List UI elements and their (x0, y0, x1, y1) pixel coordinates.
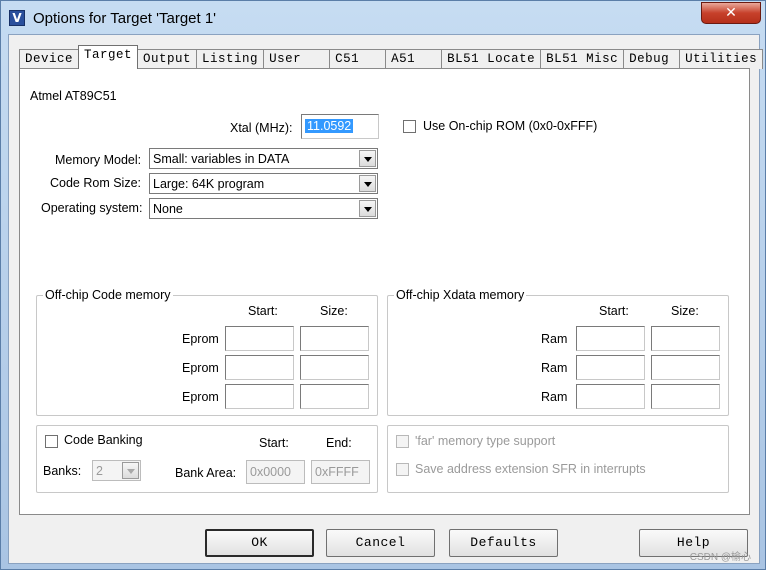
tab-utilities[interactable]: Utilities (679, 49, 764, 69)
tab-target[interactable]: Target (78, 45, 139, 69)
ram-label: Ram (541, 390, 568, 404)
eprom-label: Eprom (182, 390, 219, 404)
memory-model-select[interactable]: Small: variables in DATA (149, 148, 378, 169)
defaults-button[interactable]: Defaults (449, 529, 558, 557)
ram-size-input[interactable] (651, 326, 720, 351)
code-memory-group: Off-chip Code memory Start: Size: Eprom … (36, 288, 378, 416)
code-rom-value: Large: 64K program (153, 177, 265, 191)
eprom-start-input[interactable] (225, 384, 294, 409)
code-rom-select[interactable]: Large: 64K program (149, 173, 378, 194)
eprom-size-input[interactable] (300, 355, 369, 380)
onchip-rom-label: Use On-chip ROM (0x0-0xFFF) (423, 119, 598, 133)
xdata-memory-title: Off-chip Xdata memory (394, 288, 527, 302)
eprom-size-input[interactable] (300, 384, 369, 409)
xdata-size-header: Size: (671, 304, 699, 318)
memory-model-label: Memory Model: (55, 153, 142, 167)
ram-label: Ram (541, 361, 568, 375)
tab-bl51-locate[interactable]: BL51 Locate (441, 49, 542, 69)
xtal-label: Xtal (MHz): (230, 121, 293, 135)
tab-output[interactable]: Output (137, 49, 198, 69)
options-dialog-window: V Options for Target 'Target 1' ✕ Device… (0, 0, 766, 570)
ram-label: Ram (541, 332, 568, 346)
xtal-value: 11.0592 (305, 119, 354, 133)
chevron-down-icon[interactable] (359, 150, 376, 167)
tab-bl51-misc[interactable]: BL51 Misc (540, 49, 625, 69)
code-start-header: Start: (248, 304, 278, 318)
bank-area-end-input[interactable]: 0xFFFF (311, 460, 370, 484)
far-memory-label: 'far' memory type support (415, 434, 556, 448)
banks-value: 2 (96, 464, 103, 478)
ok-button[interactable]: OK (205, 529, 314, 557)
tab-c51[interactable]: C51 (329, 49, 387, 69)
os-select[interactable]: None (149, 198, 378, 219)
bank-area-start-value: 0x0000 (250, 465, 292, 479)
code-size-header: Size: (320, 304, 348, 318)
chevron-down-icon[interactable] (122, 462, 139, 479)
tab-listing[interactable]: Listing (196, 49, 265, 69)
code-memory-title: Off-chip Code memory (43, 288, 173, 302)
eprom-label: Eprom (182, 361, 219, 375)
os-label: Operating system: (41, 201, 143, 215)
bank-area-label: Bank Area: (175, 466, 237, 480)
bank-area-end-value: 0xFFFF (315, 465, 359, 479)
ram-size-input[interactable] (651, 384, 720, 409)
window-title: Options for Target 'Target 1' (33, 10, 217, 27)
tab-debug[interactable]: Debug (623, 49, 681, 69)
target-tab-page: Atmel AT89C51 Xtal (MHz): 11.0592 Use On… (19, 68, 750, 515)
chevron-down-icon[interactable] (359, 175, 376, 192)
code-rom-label: Code Rom Size: (50, 176, 142, 190)
title-bar[interactable]: V Options for Target 'Target 1' ✕ (1, 1, 765, 35)
code-banking-group: Code Banking Start: End: Banks: 2 Bank A… (36, 425, 378, 493)
code-banking-label: Code Banking (64, 433, 143, 447)
far-memory-checkbox[interactable] (396, 435, 409, 448)
watermark: CSDN @榆心 (689, 552, 751, 563)
banks-select[interactable]: 2 (92, 460, 141, 481)
eprom-label: Eprom (182, 332, 219, 346)
cancel-button[interactable]: Cancel (326, 529, 435, 557)
tab-a51[interactable]: A51 (385, 49, 443, 69)
onchip-rom-checkbox[interactable] (403, 120, 416, 133)
far-memory-group: 'far' memory type support Save address e… (387, 425, 729, 493)
save-sfr-checkbox[interactable] (396, 463, 409, 476)
bank-start-header: Start: (259, 436, 289, 450)
close-button[interactable]: ✕ (701, 2, 761, 24)
ram-start-input[interactable] (576, 326, 645, 351)
device-name: Atmel AT89C51 (30, 89, 117, 103)
os-value: None (153, 202, 183, 216)
eprom-start-input[interactable] (225, 326, 294, 351)
xdata-start-header: Start: (599, 304, 629, 318)
dialog-client-area: Device Target Output Listing User C51 A5… (8, 34, 764, 564)
eprom-size-input[interactable] (300, 326, 369, 351)
banks-label: Banks: (43, 464, 82, 478)
bank-end-header: End: (326, 436, 352, 450)
tab-strip: Device Target Output Listing User C51 A5… (19, 45, 764, 69)
ram-start-input[interactable] (576, 355, 645, 380)
app-icon: V (9, 10, 25, 26)
eprom-start-input[interactable] (225, 355, 294, 380)
tab-device[interactable]: Device (19, 49, 80, 69)
code-banking-checkbox[interactable] (45, 435, 58, 448)
ram-size-input[interactable] (651, 355, 720, 380)
xdata-memory-group: Off-chip Xdata memory Start: Size: Ram R… (387, 288, 729, 416)
bank-area-start-input[interactable]: 0x0000 (246, 460, 305, 484)
ram-start-input[interactable] (576, 384, 645, 409)
save-sfr-label: Save address extension SFR in interrupts (415, 462, 646, 476)
tab-user[interactable]: User (263, 49, 331, 69)
xtal-input[interactable]: 11.0592 (301, 114, 379, 139)
memory-model-value: Small: variables in DATA (153, 152, 290, 166)
chevron-down-icon[interactable] (359, 200, 376, 217)
